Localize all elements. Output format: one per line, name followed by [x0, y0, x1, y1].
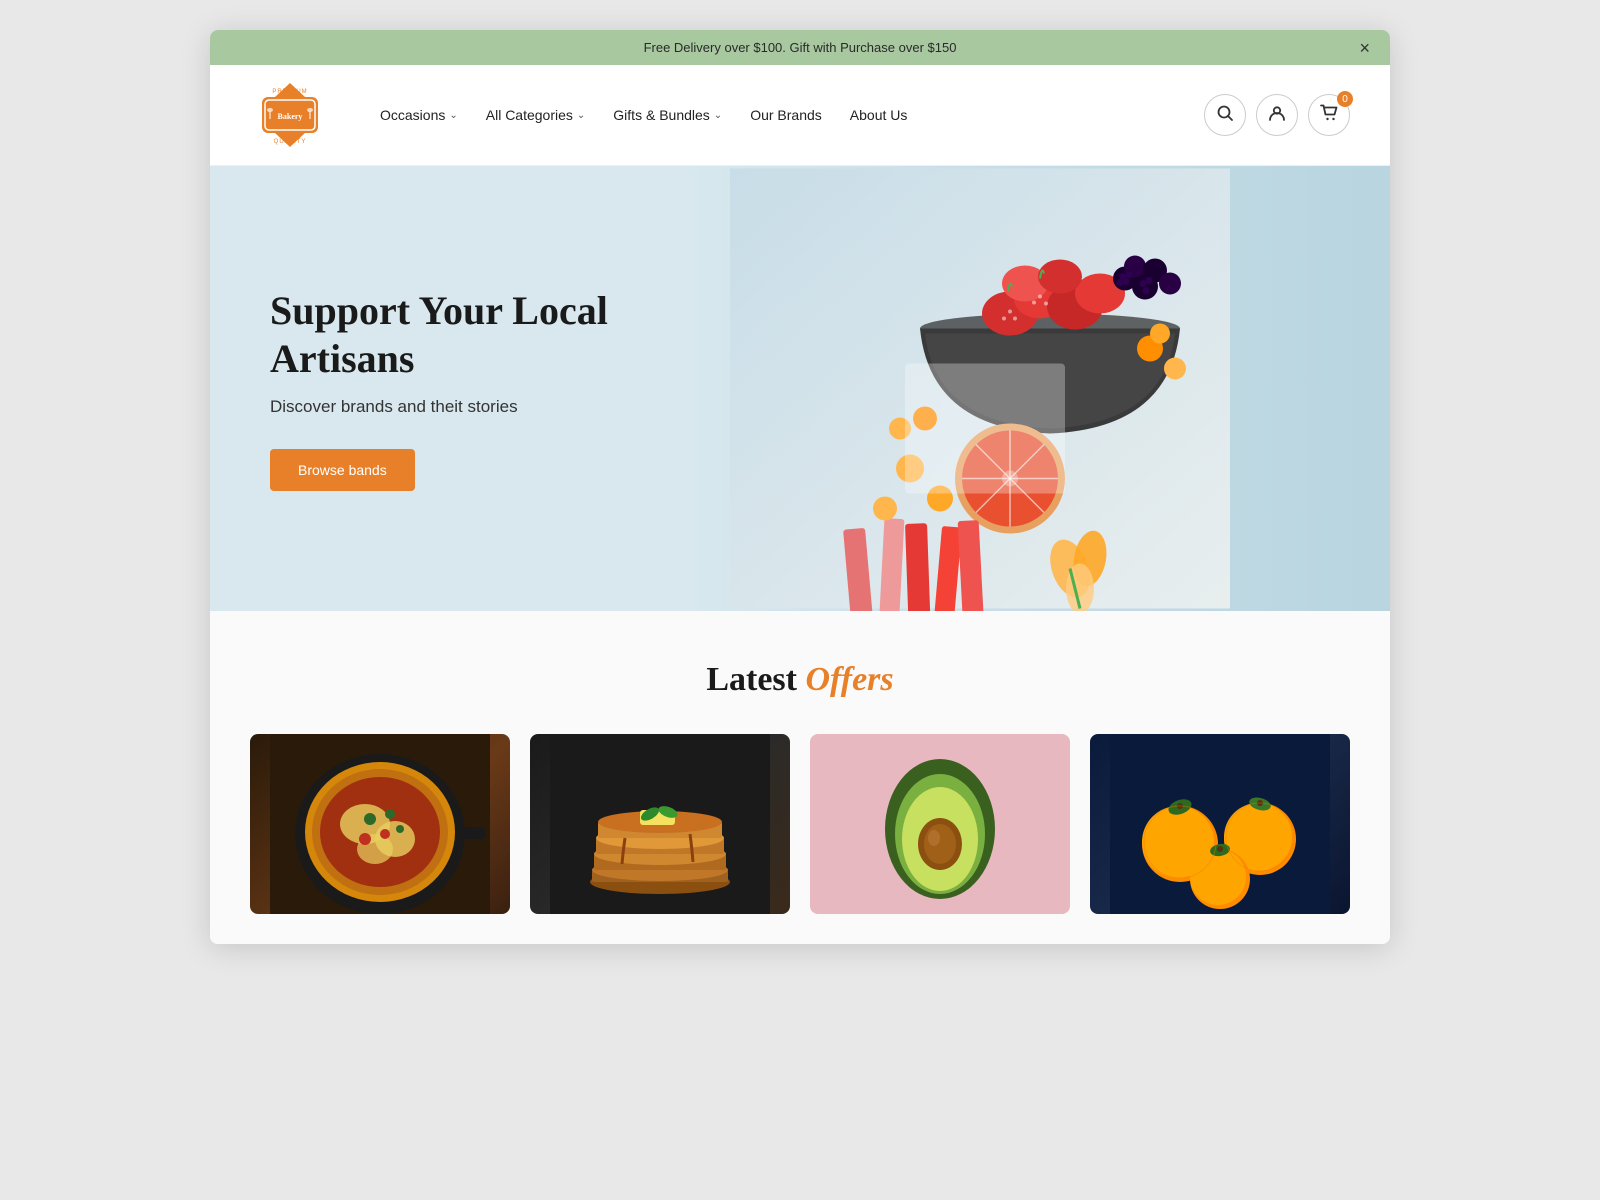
header-actions: 0 [1204, 94, 1350, 136]
browser-window: Free Delivery over $100. Gift with Purch… [210, 30, 1390, 944]
offer-card-avocado[interactable] [810, 734, 1070, 914]
main-nav: Occasions ⌄ All Categories ⌄ Gifts & Bun… [380, 107, 1174, 123]
nav-item-all-categories[interactable]: All Categories ⌄ [486, 107, 586, 123]
header: Bakery PREMIUM QUALITY Occasions ⌄ All C… [210, 65, 1390, 166]
offer-card-pizza[interactable] [250, 734, 510, 914]
user-account-button[interactable] [1256, 94, 1298, 136]
hero-subtitle: Discover brands and theit stories [270, 397, 670, 417]
chevron-down-icon: ⌄ [449, 110, 457, 121]
user-icon [1268, 104, 1286, 127]
nav-item-occasions[interactable]: Occasions ⌄ [380, 107, 458, 123]
hero-title: Support Your Local Artisans [270, 287, 670, 383]
offer-card-oranges[interactable] [1090, 734, 1350, 914]
offer-card-pancakes[interactable] [530, 734, 790, 914]
nav-item-about-us[interactable]: About Us [850, 107, 908, 123]
latest-offers-section: Latest Offers [210, 611, 1390, 944]
nav-item-gifts-bundles[interactable]: Gifts & Bundles ⌄ [613, 107, 722, 123]
hero-illustration [730, 166, 1230, 611]
pizza-illustration [270, 734, 490, 914]
nav-item-our-brands[interactable]: Our Brands [750, 107, 822, 123]
logo-icon: Bakery PREMIUM QUALITY [250, 75, 330, 155]
cart-button[interactable]: 0 [1308, 94, 1350, 136]
section-title: Latest Offers [250, 661, 1350, 699]
pancakes-illustration [550, 734, 770, 914]
logo[interactable]: Bakery PREMIUM QUALITY [250, 75, 330, 155]
offers-grid [250, 734, 1350, 914]
svg-text:Bakery: Bakery [278, 112, 303, 121]
svg-text:PREMIUM: PREMIUM [272, 89, 307, 95]
search-icon [1216, 104, 1234, 127]
announcement-bar: Free Delivery over $100. Gift with Purch… [210, 30, 1390, 65]
oranges-illustration [1110, 734, 1330, 914]
chevron-down-icon: ⌄ [577, 110, 585, 121]
avocado-illustration [830, 734, 1050, 914]
hero-image [730, 166, 1230, 611]
chevron-down-icon: ⌄ [714, 110, 722, 121]
announcement-text: Free Delivery over $100. Gift with Purch… [644, 40, 957, 55]
search-button[interactable] [1204, 94, 1246, 136]
announcement-close-button[interactable]: × [1359, 39, 1370, 57]
svg-text:QUALITY: QUALITY [274, 139, 307, 145]
hero-cta-button[interactable]: Browse bands [270, 449, 415, 491]
hero-content: Support Your Local Artisans Discover bra… [210, 166, 730, 611]
hero-section: Support Your Local Artisans Discover bra… [210, 166, 1390, 611]
cart-icon [1320, 104, 1338, 127]
cart-count-badge: 0 [1337, 91, 1353, 107]
